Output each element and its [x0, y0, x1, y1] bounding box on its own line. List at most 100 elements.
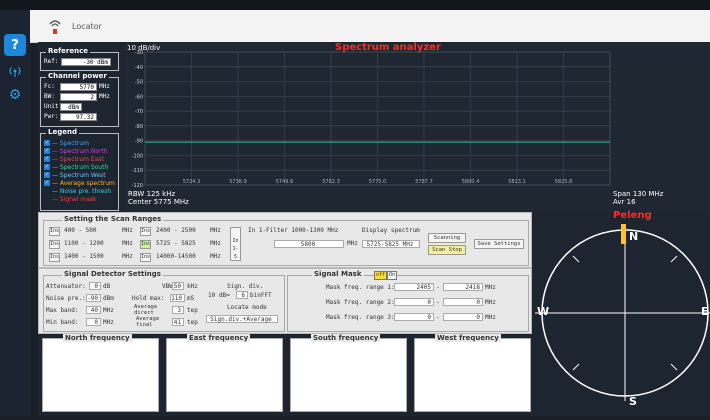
mask-range-3-to[interactable]: 0: [443, 313, 483, 321]
mask-range-3-unit: MHz: [485, 314, 496, 321]
hold-label: Hold max:: [132, 295, 165, 302]
south-frequency-box: South frequency: [290, 334, 407, 412]
noise-input[interactable]: -90: [86, 294, 101, 302]
signal-icon: [9, 67, 21, 77]
unit-select[interactable]: dBm: [60, 103, 82, 111]
attenuator-label: Attenuator:: [46, 283, 86, 290]
mask-on-button[interactable]: On: [387, 271, 398, 280]
locate-mode-select[interactable]: Sign.div.+Average: [206, 315, 278, 323]
west-frequency-title: West frequency: [435, 334, 501, 342]
minband-unit: MHz: [103, 319, 114, 326]
spectrum-chart: -30 -40 -50 -60 -70 -80 -90 -100 -110 -120 5724.3 5…: [125, 42, 710, 210]
north-frequency-title: North frequency: [63, 334, 132, 342]
scale-label: 10 dB/div: [127, 44, 161, 52]
range-4-unit: MHz: [210, 227, 221, 234]
hold-input[interactable]: 110: [170, 294, 185, 302]
mask-range-1-to[interactable]: 2418: [443, 283, 483, 291]
x-tick-label: 5762.3: [322, 179, 340, 185]
range-5-toggle[interactable]: Ins: [140, 240, 151, 249]
nav-help-button[interactable]: ?: [4, 34, 26, 56]
legend-checkbox[interactable]: ✓: [44, 156, 50, 162]
range-3-text: 1400 - 1500: [64, 253, 104, 260]
legend-checkbox[interactable]: ✓: [44, 164, 50, 170]
save-settings-button[interactable]: Save Settings: [474, 239, 524, 249]
x-tick-label: 5736.9: [229, 179, 247, 185]
attenuator-input[interactable]: 0: [89, 282, 101, 290]
attenuator-unit: dB: [103, 283, 111, 290]
minband-label: Min band:: [46, 319, 79, 326]
bin-input[interactable]: 6: [236, 291, 248, 299]
legend-item[interactable]: ✓ — Spectrum South: [44, 164, 108, 171]
vbw-input[interactable]: 50: [172, 282, 184, 290]
mask-range-2-from[interactable]: 0: [394, 298, 434, 306]
west-frequency-box: West frequency: [414, 334, 531, 412]
maxband-unit: MHz: [103, 307, 114, 314]
mask-title: Signal Mask: [314, 270, 362, 278]
noise-label: Noise pre.:: [46, 295, 86, 302]
range-1-unit: MHz: [122, 227, 133, 234]
y-tick-label: -110: [132, 168, 143, 174]
legend-item[interactable]: ✓ — Spectrum West: [44, 172, 106, 179]
mask-title-wrap: Signal Mask: [312, 270, 364, 278]
range-1-toggle[interactable]: Ins: [49, 227, 60, 236]
fc-input[interactable]: 5770: [60, 83, 97, 91]
legend-checkbox[interactable]: ✓: [44, 172, 50, 178]
north-frequency-box: North frequency: [42, 334, 159, 412]
x-tick-label: 5813.1: [508, 179, 526, 185]
nav-signal-button[interactable]: [4, 60, 26, 82]
antenna-icon: [44, 18, 66, 38]
fc-label: Fc:: [44, 83, 55, 90]
filter-input[interactable]: 5800: [274, 240, 344, 248]
range-6-toggle[interactable]: Ins: [140, 253, 151, 262]
range-5-unit: MHz: [210, 240, 221, 247]
avg-final-input[interactable]: 41: [172, 318, 184, 326]
mask-range-2-label: Mask freq. range 2:: [326, 299, 395, 306]
legend-item[interactable]: ✓ — Spectrum North: [44, 148, 108, 155]
detector-panel: Signal Detector Settings Attenuator: 0 d…: [38, 268, 532, 334]
legend-item[interactable]: ✓ — Spectrum East: [44, 156, 104, 163]
legend-title: Legend: [46, 128, 79, 136]
range-4-text: 2400 - 2500: [156, 227, 196, 234]
display-spectrum-input[interactable]: 5725-5825 MHz: [362, 240, 420, 248]
legend-item[interactable]: — Signal mask: [44, 196, 96, 203]
y-tick-label: -90: [135, 139, 143, 145]
y-tick-label: -50: [135, 80, 143, 86]
range-4-toggle[interactable]: Ins: [140, 227, 151, 236]
mask-range-1-unit: MHz: [485, 284, 496, 291]
legend-checkbox[interactable]: ✓: [44, 180, 50, 186]
avg-final-label: Average final: [136, 316, 160, 328]
mask-range-3-dash: -: [436, 314, 440, 321]
scan-title: Setting the Scan Ranges: [62, 215, 164, 223]
pwr-value: 97.32: [60, 113, 97, 121]
east-frequency-box: East frequency: [166, 334, 283, 412]
range-2-toggle[interactable]: Ins: [49, 240, 60, 249]
minband-input[interactable]: 0: [86, 318, 101, 326]
hold-unit: mS: [187, 295, 195, 302]
mask-range-1-from[interactable]: 2405: [394, 283, 434, 291]
nav-settings-button[interactable]: ⚙: [4, 84, 26, 106]
mask-range-2-to[interactable]: 0: [443, 298, 483, 306]
ref-input[interactable]: -30 dBm: [61, 58, 111, 66]
y-tick-label: -100: [132, 153, 143, 159]
legend-label: — Spectrum: [52, 140, 89, 147]
range-3-toggle[interactable]: Ins: [49, 253, 60, 262]
spectrum-plot: -30-40-50-60-70-80-90-100-110-1205724.3 5…: [132, 50, 611, 189]
legend-item[interactable]: ✓ — Spectrum: [44, 140, 89, 147]
legend-item[interactable]: ✓ — Average spectrum: [44, 180, 115, 187]
legend-checkbox[interactable]: ✓: [44, 148, 50, 154]
maxband-input[interactable]: 40: [86, 306, 101, 314]
scan-group: Setting the Scan Ranges Ins 400 - 500 MH…: [43, 215, 529, 266]
mask-off-button[interactable]: off: [374, 271, 388, 280]
mask-range-3-from[interactable]: 0: [394, 313, 434, 321]
pwr-label: Pwr:: [44, 113, 59, 120]
range-2-unit: MHz: [122, 240, 133, 247]
avg-direct-input[interactable]: 3: [172, 306, 184, 314]
bw-input[interactable]: 2: [60, 93, 97, 101]
legend-label: — Spectrum West: [52, 172, 106, 179]
channel-power-title: Channel power: [46, 72, 109, 80]
scan-stop-button[interactable]: Scan Stop: [428, 245, 466, 255]
legend-item[interactable]: — Noise pre. thresh: [44, 188, 111, 195]
in-1-5-toggle[interactable]: In 1-5: [230, 227, 241, 261]
scanning-button[interactable]: Scanning: [428, 233, 466, 243]
legend-checkbox[interactable]: ✓: [44, 140, 50, 146]
